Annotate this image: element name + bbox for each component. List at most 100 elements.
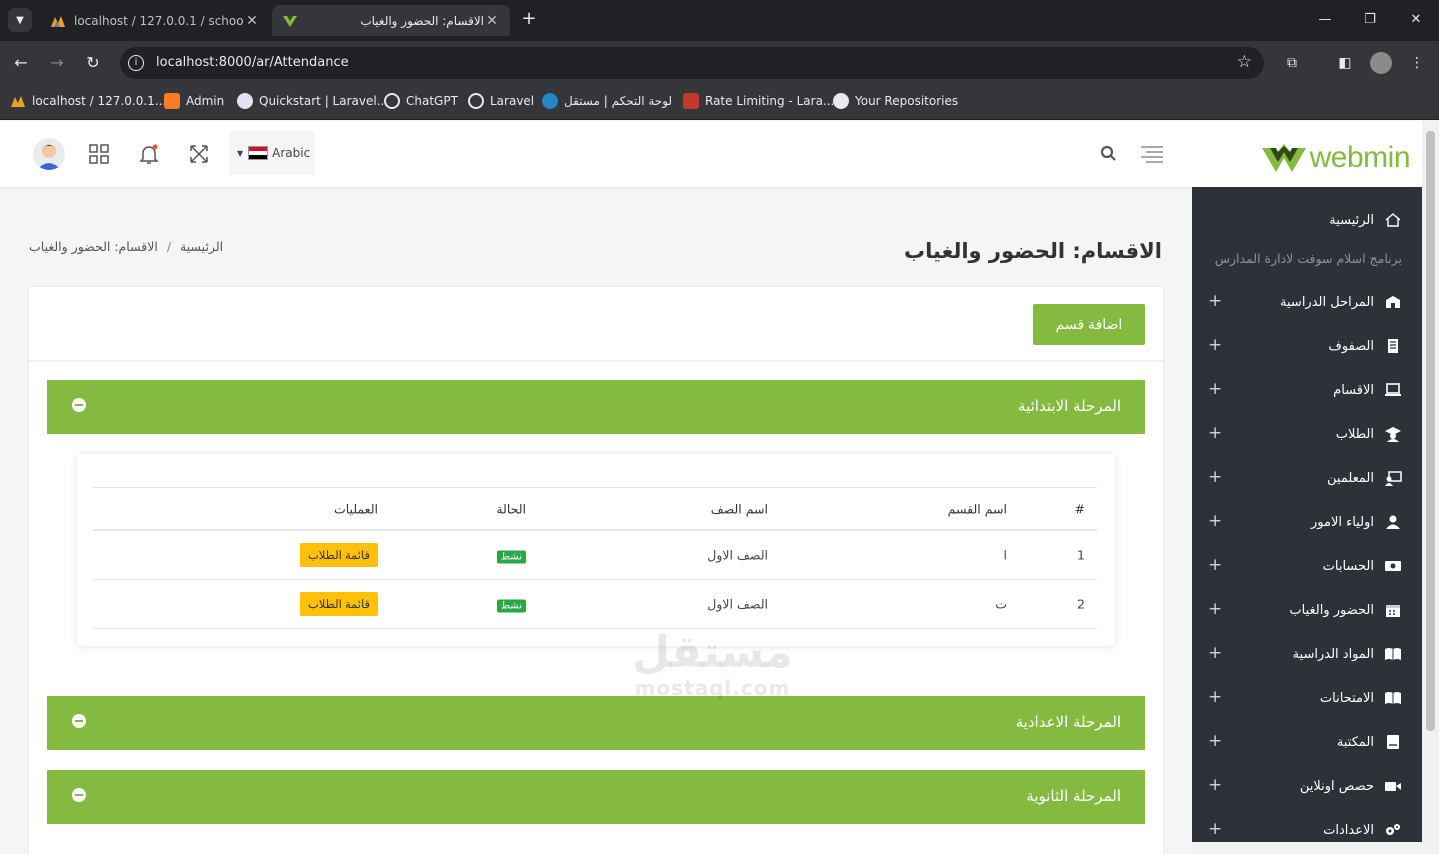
stage-header-preparatory[interactable]: المرحلة الاعدادية [47,696,1145,750]
sidebar-item-2[interactable]: الصفوف + [1192,324,1422,368]
vertical-scrollbar[interactable] [1422,121,1439,854]
logo[interactable]: webmin [1261,141,1411,175]
fullscreen-icon[interactable] [187,142,211,166]
expand-plus-icon[interactable]: + [1208,643,1222,663]
sidebar-item-label: المكتبة [1336,734,1374,750]
breadcrumb-home-link[interactable]: الرئيسية [180,239,223,254]
phpmyadmin-icon [51,15,65,27]
collapse-icon[interactable] [72,714,86,728]
bookmark-star-icon[interactable]: ☆ [1237,52,1252,72]
quickstart-icon [237,93,253,109]
expand-plus-icon[interactable]: + [1208,511,1222,531]
apps-grid-icon[interactable] [87,142,111,166]
bookmark-quickstart[interactable]: Quickstart | Laravel... [237,93,388,109]
sidebar-item-label: الحسابات [1322,558,1374,574]
add-section-button[interactable]: اضافة قسم [1033,304,1145,345]
back-arrow-icon[interactable]: ← [9,51,33,75]
bookmark-label: ChatGPT [406,94,458,108]
browser-menu-icon[interactable]: ⋮ [1406,52,1428,74]
url-text[interactable]: localhost:8000/ar/Attendance [156,55,349,70]
close-tab-icon[interactable]: ✕ [244,13,260,29]
row-number: 2 [1077,596,1085,612]
students-list-button[interactable]: قائمة الطلاب [299,592,378,616]
bell-icon[interactable] [137,142,161,166]
stage-header-primary[interactable]: المرحلة الابتدائية [47,380,1145,434]
row-operations: قائمة الطلاب [299,592,378,616]
row-operations: قائمة الطلاب [299,543,378,567]
bookmark-label: Laravel [490,94,535,108]
minimize-icon[interactable]: — [1315,10,1335,30]
header-operations: العمليات [333,501,378,516]
tab-phpmyadmin[interactable]: localhost / 127.0.0.1 / school / s ✕ [40,5,270,36]
tab-attendance[interactable]: الاقسام: الحضور والغياب ✕ [272,5,510,36]
bookmark-label: localhost / 127.0.0.1... [32,94,167,108]
bookmark-label: لوحة التحكم | مستقل [564,94,673,108]
teacher-icon [1385,471,1402,486]
expand-plus-icon[interactable]: + [1208,687,1222,707]
row-section-name: ا [1003,547,1007,563]
restore-icon[interactable]: ❐ [1360,10,1380,30]
forward-arrow-icon[interactable]: → [45,51,69,75]
user-avatar[interactable] [33,138,65,170]
expand-plus-icon[interactable]: + [1208,731,1222,751]
book-icon [1385,692,1401,704]
sidebar-item-1[interactable]: المراحل الدراسية + [1192,280,1422,324]
sidebar-item-12[interactable]: حصص اونلاين + [1192,764,1422,808]
laravel-icon [683,93,699,109]
sidebar-item-label: الاقسام [1333,382,1374,398]
students-list-button[interactable]: قائمة الطلاب [299,543,378,567]
expand-plus-icon[interactable]: + [1208,467,1222,487]
expand-plus-icon[interactable]: + [1208,819,1222,839]
bookmark-repositories[interactable]: Your Repositories [833,93,958,109]
close-window-icon[interactable]: ✕ [1406,10,1426,30]
expand-plus-icon[interactable]: + [1208,775,1222,795]
sidebar-item-7[interactable]: الحسابات + [1192,544,1422,588]
menu-toggle-icon[interactable] [1140,142,1164,166]
bookmark-mostaql[interactable]: لوحة التحكم | مستقل [542,93,672,109]
bookmark-rate-limiting[interactable]: Rate Limiting - Lara... [683,93,834,109]
stage-title: المرحلة الاعدادية [1015,713,1121,731]
bookmark-laravel[interactable]: Laravel [468,93,534,109]
collapse-icon[interactable] [72,398,86,412]
sidebar-item-5[interactable]: المعلمين + [1192,456,1422,500]
sidebar-item-8[interactable]: الحضور والغياب + [1192,588,1422,632]
tab-title: localhost / 127.0.0.1 / school / s [74,13,244,28]
expand-plus-icon[interactable]: + [1208,555,1222,575]
tab-search-button[interactable]: ▼ [8,8,32,32]
scrollbar-thumb[interactable] [1426,131,1435,731]
side-panel-icon[interactable]: ◧ [1334,52,1356,74]
expand-plus-icon[interactable]: + [1208,423,1222,443]
sidebar-item-4[interactable]: الطلاب + [1192,412,1422,456]
expand-plus-icon[interactable]: + [1208,335,1222,355]
close-tab-icon[interactable]: ✕ [484,13,500,29]
site-info-icon[interactable]: i [128,55,144,71]
new-tab-button[interactable]: + [518,9,540,31]
row-section-name: ت [995,596,1007,612]
search-icon[interactable] [1097,142,1121,166]
sidebar-item-label: الطلاب [1335,426,1374,442]
expand-plus-icon[interactable]: + [1208,291,1222,311]
horizontal-scrollbar[interactable] [1192,842,1422,854]
address-bar[interactable]: i localhost:8000/ar/Attendance ☆ [120,47,1264,79]
bookmark-admin[interactable]: Admin [164,93,224,109]
sidebar-item-9[interactable]: المواد الدراسية + [1192,632,1422,676]
bookmark-phpmyadmin[interactable]: localhost / 127.0.0.1... [10,93,166,109]
sidebar-item-6[interactable]: اولياء الامور + [1192,500,1422,544]
sidebar-item-11[interactable]: المكتبة + [1192,720,1422,764]
sidebar-item-home[interactable]: الرئيسية [1192,198,1422,242]
expand-plus-icon[interactable]: + [1208,599,1222,619]
profile-avatar-icon[interactable] [1370,52,1392,74]
stage-title: المرحلة الثانوية [1026,787,1121,805]
reload-icon[interactable]: ↻ [81,51,105,75]
top-navbar: ▼ Arabic webmin [0,121,1422,187]
sidebar-item-10[interactable]: الامتحانات + [1192,676,1422,720]
video-icon [1385,782,1401,791]
expand-plus-icon[interactable]: + [1208,379,1222,399]
language-dropdown[interactable]: ▼ Arabic [229,131,315,175]
extensions-icon[interactable]: ⧉ [1281,52,1303,74]
collapse-icon[interactable] [72,788,86,802]
bookmark-chatgpt[interactable]: ChatGPT [384,93,458,109]
sidebar-item-3[interactable]: الاقسام + [1192,368,1422,412]
tab-title: الاقسام: الحضور والغياب [360,13,484,28]
stage-header-secondary[interactable]: المرحلة الثانوية [47,770,1145,824]
